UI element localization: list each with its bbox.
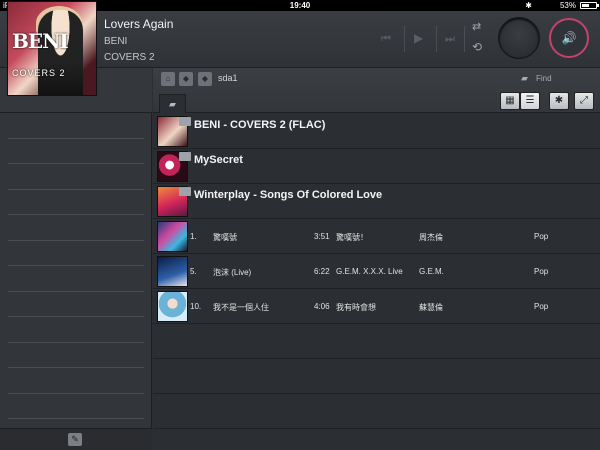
- queue-row[interactable]: [8, 394, 144, 419]
- queue-sidebar: ✎: [0, 68, 152, 450]
- now-playing-title: Lovers Again: [104, 17, 174, 31]
- queue-row[interactable]: [8, 190, 144, 215]
- fullscreen-icon[interactable]: ⤢: [574, 92, 594, 110]
- repeat-button[interactable]: ⟲: [472, 40, 482, 54]
- queue-row[interactable]: [8, 241, 144, 266]
- track-genre: Pop: [534, 232, 549, 241]
- queue-row[interactable]: [8, 317, 144, 343]
- track-duration: 6:22: [314, 267, 330, 276]
- now-playing-artist: BENI: [104, 36, 128, 47]
- gear-icon[interactable]: ✱: [549, 92, 569, 110]
- previous-track-button[interactable]: ⏮: [381, 32, 391, 46]
- folder-icon: [179, 152, 191, 161]
- next-track-button[interactable]: ⏭: [445, 32, 455, 46]
- track-number: 10.: [190, 302, 202, 311]
- folder-row[interactable]: Winterplay - Songs Of Colored Love: [153, 184, 600, 219]
- battery-icon: [580, 2, 599, 9]
- track-artist: 蘇慧倫: [419, 303, 443, 312]
- track-album: 我有時會想: [336, 303, 376, 312]
- track-genre: Pop: [534, 302, 549, 311]
- volume-button[interactable]: 🔊: [549, 18, 589, 58]
- shuffle-button[interactable]: ⇄: [472, 20, 481, 34]
- divider: [404, 26, 405, 52]
- queue-row[interactable]: [8, 139, 144, 164]
- empty-row: [153, 394, 600, 429]
- find-button[interactable]: Find: [536, 74, 552, 83]
- empty-row: [153, 359, 600, 394]
- track-row[interactable]: 10. 我不是一個人住 4:06 我有時會想 蘇慧倫 Pop: [153, 289, 600, 324]
- sidebar-footer: ✎: [0, 428, 152, 450]
- queue-row[interactable]: [8, 368, 144, 394]
- track-row[interactable]: 1. 驚嘆號 3:51 驚嘆號！ 周杰倫 Pop: [153, 219, 600, 254]
- track-title: 驚嘆號: [213, 233, 237, 242]
- track-genre: Pop: [534, 267, 549, 276]
- queue-row[interactable]: [8, 164, 144, 190]
- folder-title: BENI - COVERS 2 (FLAC): [194, 119, 326, 131]
- find-folder-icon[interactable]: ▰: [521, 73, 528, 84]
- bluetooth-icon: ✱: [525, 1, 532, 10]
- queue-list: [0, 113, 152, 419]
- track-row[interactable]: 5. 泡沫 (Live) 6:22 G.E.M. X.X.X. Live G.E…: [153, 254, 600, 289]
- volume-knob[interactable]: [498, 17, 540, 59]
- folder-row[interactable]: BENI - COVERS 2 (FLAC): [153, 114, 600, 149]
- track-album: G.E.M. X.X.X. Live: [336, 267, 403, 276]
- track-number: 5.: [190, 267, 197, 276]
- folder-icon: [179, 187, 191, 196]
- track-thumbnail: [157, 221, 188, 252]
- folder-row[interactable]: MySecret: [153, 149, 600, 184]
- queue-row[interactable]: [8, 215, 144, 241]
- track-duration: 4:06: [314, 302, 330, 311]
- library-list: BENI - COVERS 2 (FLAC) MySecret Winterpl…: [153, 114, 600, 450]
- divider: [464, 26, 465, 52]
- queue-row[interactable]: [8, 292, 144, 317]
- cover-subtitle-text: COVERS 2: [12, 68, 66, 78]
- folder-icon: [179, 117, 191, 126]
- home-icon[interactable]: ⌂: [161, 72, 175, 86]
- track-thumbnail: [157, 291, 188, 322]
- breadcrumb: sda1: [218, 73, 238, 83]
- forward-icon[interactable]: ◆: [198, 72, 212, 86]
- play-button[interactable]: ▶: [414, 31, 423, 45]
- track-title: 我不是一個人住: [213, 303, 269, 312]
- track-number: 1.: [190, 232, 197, 241]
- cover-art-figure: [38, 10, 83, 95]
- battery-percent: 53%: [559, 1, 576, 10]
- empty-row: [153, 324, 600, 359]
- cover-title-text: BENI: [12, 29, 69, 53]
- back-icon[interactable]: ◆: [179, 72, 193, 86]
- queue-row[interactable]: [8, 266, 144, 292]
- track-artist: G.E.M.: [419, 267, 444, 276]
- queue-row[interactable]: [8, 343, 144, 368]
- edit-queue-icon[interactable]: ✎: [68, 433, 82, 446]
- track-title: 泡沫 (Live): [213, 268, 252, 277]
- track-artist: 周杰倫: [419, 233, 443, 242]
- track-thumbnail: [157, 256, 188, 287]
- now-playing-album: COVERS 2: [104, 52, 155, 63]
- grid-view-icon[interactable]: ▦: [500, 92, 520, 110]
- track-duration: 3:51: [314, 232, 330, 241]
- track-album: 驚嘆號！: [336, 233, 368, 242]
- now-playing-cover[interactable]: BENI COVERS 2: [7, 1, 97, 96]
- queue-row[interactable]: [8, 113, 144, 139]
- folder-title: MySecret: [194, 154, 243, 166]
- folder-title: Winterplay - Songs Of Colored Love: [194, 189, 383, 201]
- folder-tab-icon[interactable]: ▰: [159, 94, 186, 113]
- divider: [436, 26, 437, 52]
- list-view-icon[interactable]: ☰: [520, 92, 540, 110]
- browser-toolbar: ⌂ ◆ ◆ sda1 ▰ Find ▰ ▦ ☰ ✱ ⤢: [153, 68, 600, 113]
